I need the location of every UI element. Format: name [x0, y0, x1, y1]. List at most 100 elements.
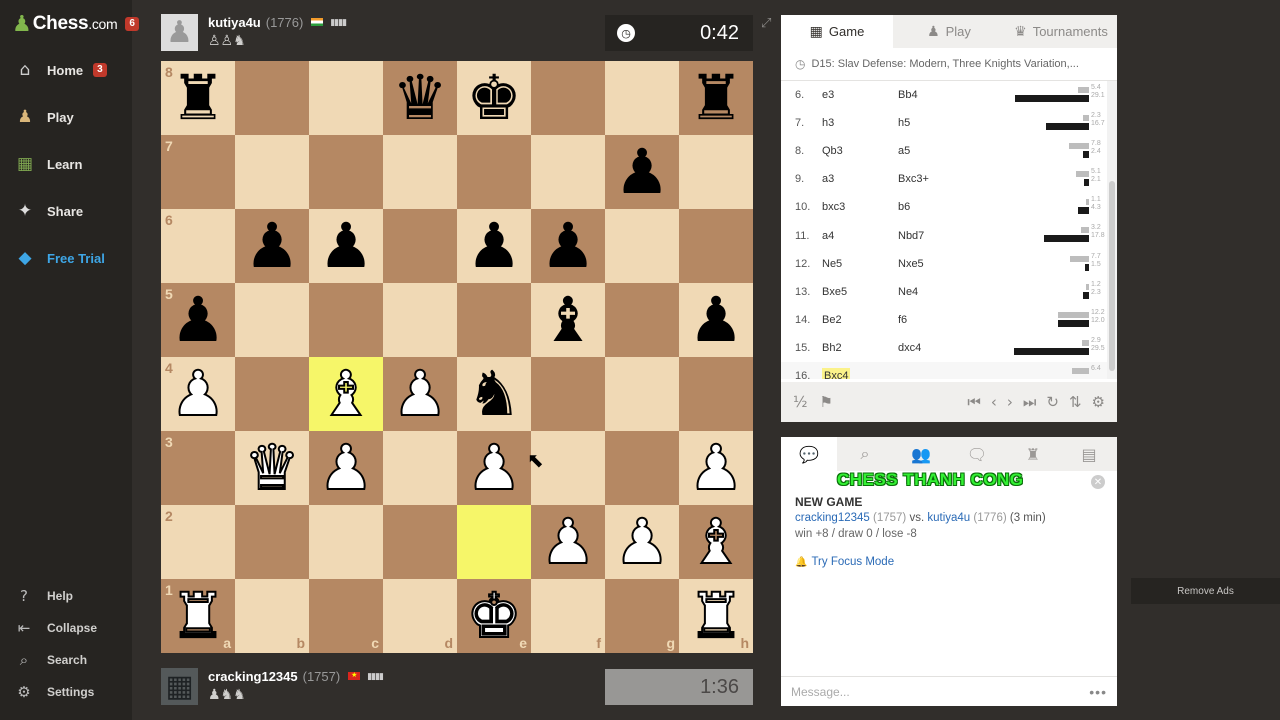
bottom-player-avatar[interactable]: ▦: [161, 668, 198, 705]
sidebar-item-learn[interactable]: ▦ Learn: [0, 146, 132, 182]
square-g6[interactable]: [605, 209, 679, 283]
clubs-icon[interactable]: ♜: [1005, 437, 1061, 471]
chat-bubble-icon[interactable]: 💬: [781, 437, 837, 471]
tab-tournaments[interactable]: ♛ Tournaments: [1005, 15, 1117, 48]
first-move-icon[interactable]: ⏮: [967, 393, 981, 411]
square-h6[interactable]: [679, 209, 753, 283]
white-pawn-icon[interactable]: ♟: [169, 362, 227, 426]
black-player-link[interactable]: kutiya4u: [927, 512, 970, 524]
white-move-text[interactable]: Bxe5: [822, 286, 847, 298]
square-a5[interactable]: 5 ♟: [161, 283, 235, 357]
square-f6[interactable]: ♟: [531, 209, 605, 283]
black-queen-icon[interactable]: ♛: [392, 67, 448, 129]
square-f5[interactable]: ♝: [531, 283, 605, 357]
square-g1[interactable]: g: [605, 579, 679, 653]
white-move[interactable]: bxc3: [822, 201, 898, 213]
sidebar-item-home[interactable]: ⌂ Home 3: [0, 52, 132, 88]
square-f3[interactable]: [531, 431, 605, 505]
square-e8[interactable]: ♚: [457, 61, 531, 135]
white-move-text[interactable]: e3: [822, 89, 834, 101]
chess-board[interactable]: 8 ♜ ♛ ♚ ♜ 7 ♟ 6 ♟ ♟ ♟ ♟ 5 ♟ ♝ ♟ 4 ♟ ♝ ♟ ♞ 3 ♛ ♟ ♟ ♟ 2 ♟ ♟ ♝ 1 a ♜ b c d e ♚ f g…: [161, 61, 753, 653]
white-bishop-icon[interactable]: ♝: [317, 362, 375, 426]
square-a8[interactable]: 8 ♜: [161, 61, 235, 135]
expand-icon[interactable]: ⤢: [761, 16, 771, 31]
white-pawn-icon[interactable]: ♟: [539, 510, 597, 574]
black-move[interactable]: dxc4: [898, 342, 978, 354]
white-move[interactable]: Bxc4: [822, 367, 898, 379]
square-f4[interactable]: [531, 357, 605, 431]
square-c3[interactable]: ♟: [309, 431, 383, 505]
square-b6[interactable]: ♟: [235, 209, 309, 283]
archive-icon[interactable]: ▤: [1061, 437, 1117, 471]
binoculars-icon[interactable]: ⌕: [837, 437, 893, 471]
black-pawn-icon[interactable]: ♟: [688, 289, 744, 351]
square-b4[interactable]: [235, 357, 309, 431]
white-move[interactable]: Ne5: [822, 258, 898, 270]
square-b5[interactable]: [235, 283, 309, 357]
square-f7[interactable]: [531, 135, 605, 209]
white-move[interactable]: e3: [822, 89, 898, 101]
square-h1[interactable]: h ♜: [679, 579, 753, 653]
square-e7[interactable]: [457, 135, 531, 209]
last-move-icon[interactable]: ⏭: [1023, 393, 1037, 411]
white-move-text[interactable]: Be2: [822, 314, 842, 326]
white-bishop-icon[interactable]: ♝: [687, 510, 745, 574]
flip-board-icon[interactable]: ⇅: [1069, 393, 1082, 411]
square-g7[interactable]: ♟: [605, 135, 679, 209]
square-h7[interactable]: [679, 135, 753, 209]
square-c2[interactable]: [309, 505, 383, 579]
white-pawn-icon[interactable]: ♟: [613, 510, 671, 574]
square-c8[interactable]: [309, 61, 383, 135]
black-move[interactable]: Bxc3+: [898, 173, 978, 185]
white-rook-icon[interactable]: ♜: [687, 584, 745, 648]
white-move[interactable]: Bh2: [822, 342, 898, 354]
refresh-icon[interactable]: ↻: [1046, 393, 1059, 411]
white-move-text[interactable]: a3: [822, 173, 834, 185]
next-move-icon[interactable]: ›: [1007, 393, 1013, 411]
square-d7[interactable]: [383, 135, 457, 209]
black-pawn-icon[interactable]: ♟: [170, 289, 226, 351]
square-c4[interactable]: ♝: [309, 357, 383, 431]
black-move[interactable]: f6: [898, 314, 978, 326]
chess-com-logo[interactable]: ♟ Chess.com 6: [12, 10, 139, 38]
square-a6[interactable]: 6: [161, 209, 235, 283]
white-move[interactable]: Bxe5: [822, 286, 898, 298]
focus-mode-link[interactable]: 🔔 Try Focus Mode: [795, 556, 1103, 568]
square-h8[interactable]: ♜: [679, 61, 753, 135]
black-bishop-icon[interactable]: ♝: [540, 289, 596, 351]
square-e5[interactable]: [457, 283, 531, 357]
black-pawn-icon[interactable]: ♟: [614, 141, 670, 203]
sidebar-item-collapse[interactable]: ⇤ Collapse: [0, 614, 132, 642]
square-d2[interactable]: [383, 505, 457, 579]
square-h5[interactable]: ♟: [679, 283, 753, 357]
square-a2[interactable]: 2: [161, 505, 235, 579]
previous-move-icon[interactable]: ‹: [991, 393, 997, 411]
square-h2[interactable]: ♝: [679, 505, 753, 579]
square-e2[interactable]: [457, 505, 531, 579]
black-king-icon[interactable]: ♚: [466, 67, 522, 129]
square-d8[interactable]: ♛: [383, 61, 457, 135]
black-pawn-icon[interactable]: ♟: [244, 215, 300, 277]
square-g4[interactable]: [605, 357, 679, 431]
square-a4[interactable]: 4 ♟: [161, 357, 235, 431]
square-b3[interactable]: ♛: [235, 431, 309, 505]
remove-ads-button[interactable]: Remove Ads: [1131, 578, 1280, 604]
white-rook-icon[interactable]: ♜: [169, 584, 227, 648]
square-e1[interactable]: e ♚: [457, 579, 531, 653]
square-h3[interactable]: ♟: [679, 431, 753, 505]
more-options-icon[interactable]: •••: [1089, 684, 1107, 700]
black-move[interactable]: b6: [898, 201, 978, 213]
sidebar-item-share[interactable]: ✦ Share: [0, 193, 132, 229]
white-pawn-icon[interactable]: ♟: [317, 436, 375, 500]
square-g3[interactable]: [605, 431, 679, 505]
white-queen-icon[interactable]: ♛: [243, 436, 301, 500]
black-pawn-icon[interactable]: ♟: [466, 215, 522, 277]
square-c5[interactable]: [309, 283, 383, 357]
white-move-text[interactable]: h3: [822, 117, 834, 129]
sidebar-item-help[interactable]: ? Help: [0, 582, 132, 610]
white-move-text[interactable]: Bh2: [822, 342, 842, 354]
square-b8[interactable]: [235, 61, 309, 135]
white-move[interactable]: h3: [822, 117, 898, 129]
white-move-text[interactable]: a4: [822, 230, 834, 242]
square-b2[interactable]: [235, 505, 309, 579]
